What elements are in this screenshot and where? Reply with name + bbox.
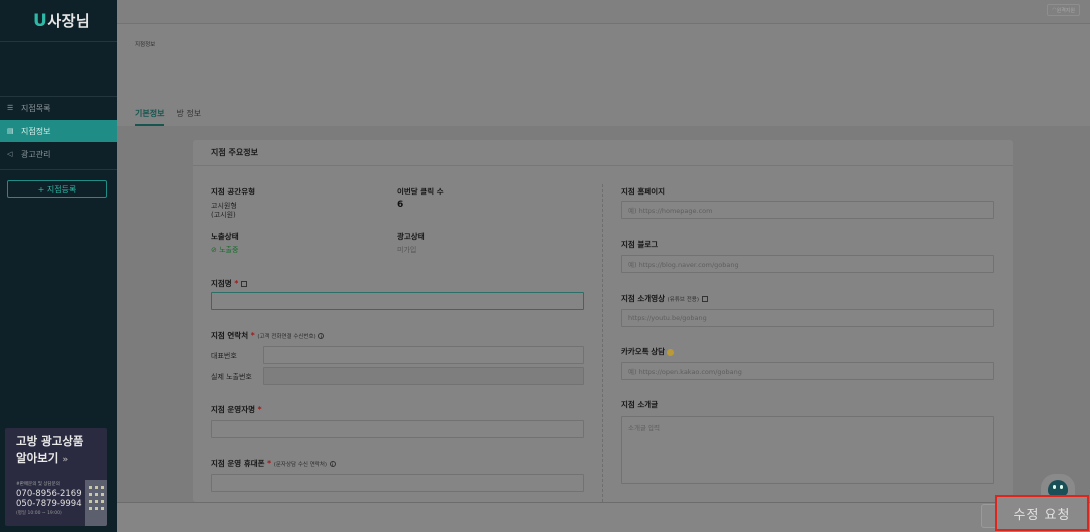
- branch-name-label: 지점명 *: [211, 278, 247, 289]
- display-number-label: 실제 노출번호: [211, 373, 252, 381]
- sidebar-item-ad-management[interactable]: ◁ 광고관리: [0, 143, 117, 165]
- check-circle-icon: ⊘: [211, 246, 220, 254]
- video-input[interactable]: https://youtu.be/gobang: [621, 309, 994, 327]
- tab-basic-info[interactable]: 기본정보: [135, 106, 165, 126]
- intro-textarea[interactable]: 소개글 입력: [621, 416, 994, 484]
- homepage-label: 지점 홈페이지: [621, 187, 666, 196]
- main-number-input[interactable]: [263, 346, 584, 364]
- promo-phone: 050-7879-9994: [16, 499, 82, 509]
- list-icon: ☰: [7, 104, 14, 112]
- building-icon: [85, 480, 107, 526]
- promo-hours: (평일 10:00 ~ 19:00): [16, 511, 62, 516]
- branch-info-card: 지점 주요정보 지점 공간유형 고시원형 (고시원) 이번달 클릭 수 6 노출…: [193, 140, 1013, 502]
- exposure-label: 노출상태: [211, 232, 239, 241]
- monthly-clicks-label: 이번달 클릭 수: [397, 187, 444, 196]
- promo-title: 고방 광고상품 알아보기 »: [16, 434, 84, 465]
- column-divider: [602, 184, 603, 502]
- kakao-input[interactable]: 예) https://open.kakao.com/gobang: [621, 362, 994, 380]
- manager-phone-label: 지점 운영 휴대폰 * (문자상담 수신 연락처) i: [211, 458, 336, 469]
- space-type-value: 고시원형 (고시원): [211, 202, 237, 219]
- kakao-icon: [667, 348, 675, 356]
- footer-bar: [117, 502, 1090, 532]
- chevron-right-icon: »: [62, 455, 69, 465]
- cancel-button[interactable]: [981, 504, 995, 528]
- info-icon[interactable]: i: [329, 461, 336, 467]
- ad-status-value: 미가입: [397, 246, 417, 254]
- manager-name-input[interactable]: [211, 420, 584, 438]
- page-header: 지점정보 기본정보 방 정보: [117, 24, 1090, 126]
- ad-promo-banner[interactable]: 고방 광고상품 알아보기 » #판매문의 및 상담문의 070-8956-216…: [5, 428, 107, 526]
- sidebar-item-branch-info[interactable]: ▤ 지점정보: [0, 120, 117, 142]
- remote-support-button[interactable]: ◠ 원격지원: [1047, 4, 1080, 16]
- sidebar: U사장님 ☰ 지점목록 ▤ 지점정보 ◁ 광고관리 + 지점등록 고방 광고상품…: [0, 0, 117, 532]
- homepage-input[interactable]: 예) https://homepage.com: [621, 201, 994, 219]
- contact-label: 지점 연락처 * (고객 전화연결 수신번호) i: [211, 330, 325, 341]
- add-branch-button[interactable]: + 지점등록: [7, 180, 107, 198]
- info-icon: ▤: [7, 127, 14, 135]
- external-link-icon[interactable]: [240, 281, 247, 287]
- video-label: 지점 소개영상 (유튜브 전용): [621, 293, 708, 304]
- intro-label: 지점 소개글: [621, 400, 659, 409]
- promo-subtitle: #판매문의 및 상담문의: [16, 482, 60, 487]
- kakao-label: 카카오톡 상담: [621, 346, 675, 357]
- display-number-input: [263, 367, 584, 385]
- main-number-label: 대표번호: [211, 352, 237, 360]
- manager-name-label: 지점 운영자명 *: [211, 405, 262, 414]
- breadcrumb: 지점정보: [135, 42, 156, 48]
- main-content: 지점 주요정보 지점 공간유형 고시원형 (고시원) 이번달 클릭 수 6 노출…: [117, 126, 1090, 502]
- ad-status-label: 광고상태: [397, 232, 425, 241]
- sidebar-item-branch-list[interactable]: ☰ 지점목록: [0, 97, 117, 119]
- top-bar: ◠ 원격지원: [117, 0, 1090, 24]
- card-title: 지점 주요정보: [193, 140, 1013, 166]
- sidebar-divider: [0, 41, 117, 42]
- video-icon: [701, 296, 708, 302]
- space-type-label: 지점 공간유형: [211, 187, 256, 196]
- branch-name-input[interactable]: [211, 292, 584, 310]
- info-icon[interactable]: i: [318, 333, 325, 339]
- tab-bar: 기본정보 방 정보: [135, 106, 213, 126]
- submit-edit-request-button[interactable]: 수정 요청: [995, 495, 1089, 531]
- exposure-status: ⊘ 노출중: [211, 246, 239, 254]
- tab-room-info[interactable]: 방 정보: [176, 106, 201, 126]
- megaphone-icon: ◁: [7, 150, 13, 158]
- sidebar-divider: [0, 169, 117, 170]
- logo[interactable]: U사장님: [33, 10, 90, 31]
- chatbot-face: [1048, 480, 1068, 496]
- promo-phone: 070-8956-2169: [16, 489, 82, 499]
- blog-label: 지점 블로그: [621, 240, 659, 249]
- manager-phone-input[interactable]: [211, 474, 584, 492]
- monthly-clicks-value: 6: [397, 200, 404, 210]
- blog-input[interactable]: 예) https://blog.naver.com/gobang: [621, 255, 994, 273]
